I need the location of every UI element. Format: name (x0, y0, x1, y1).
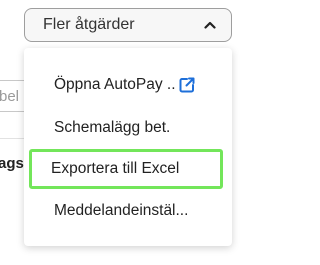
menu-item-label: Öppna AutoPay .. (54, 76, 176, 93)
menu-item-schedule-payment[interactable]: Schemalägg bet. (32, 111, 222, 145)
menu-item-export-excel[interactable]: Exportera till Excel (29, 149, 223, 189)
external-link-icon (178, 76, 196, 94)
more-actions-button[interactable]: Fler åtgärder (24, 8, 232, 42)
page: bel ags Fler åtgärder Öppna AutoPay .. S… (0, 0, 265, 265)
menu-item-label: Exportera till Excel (51, 160, 180, 177)
more-actions-label: Fler åtgärder (43, 16, 135, 33)
menu-item-label: Meddelandeinstäl... (54, 202, 189, 219)
menu-item-notification-settings[interactable]: Meddelandeinstäl... (32, 194, 222, 228)
menu-item-label: Schemalägg bet. (54, 119, 171, 136)
actions-dropdown-menu: Öppna AutoPay .. Schemalägg bet. Exporte… (24, 48, 232, 246)
background-input-placeholder: bel (0, 88, 20, 105)
chevron-up-icon (203, 18, 217, 32)
menu-item-open-autopay[interactable]: Öppna AutoPay .. (32, 68, 222, 102)
